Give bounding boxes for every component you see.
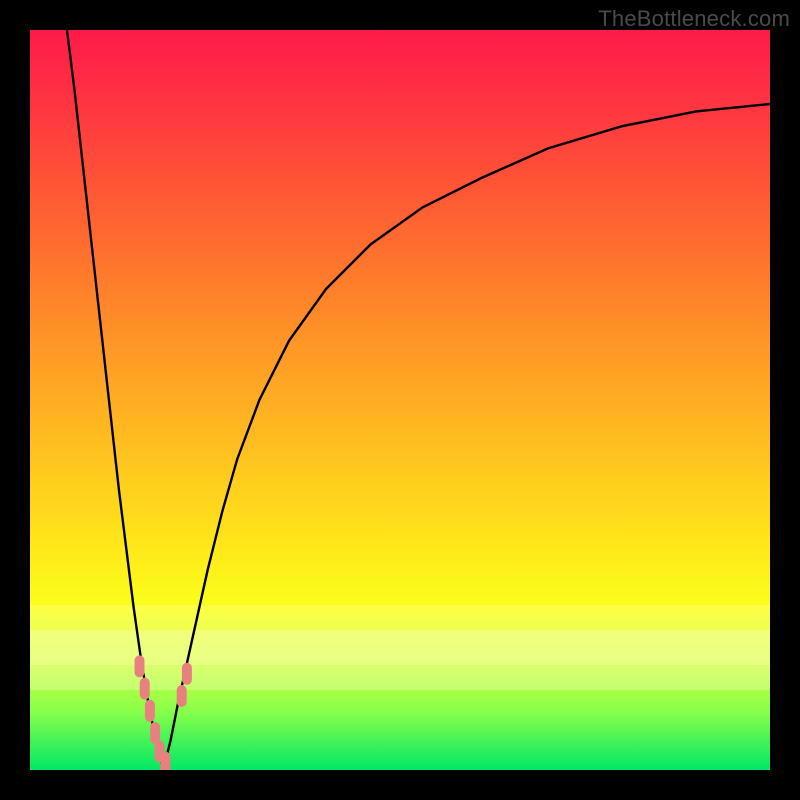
marker-point [140,678,150,700]
chart-frame: TheBottleneck.com [0,0,800,800]
marker-point [160,752,170,770]
marker-point [182,663,192,685]
chart-overlay-svg [30,30,770,770]
glow-band [30,605,770,690]
chart-gradient-background [30,30,770,770]
marker-point [135,655,145,677]
marker-point [177,685,187,707]
marker-point [145,700,155,722]
watermark-text: TheBottleneck.com [598,6,790,32]
